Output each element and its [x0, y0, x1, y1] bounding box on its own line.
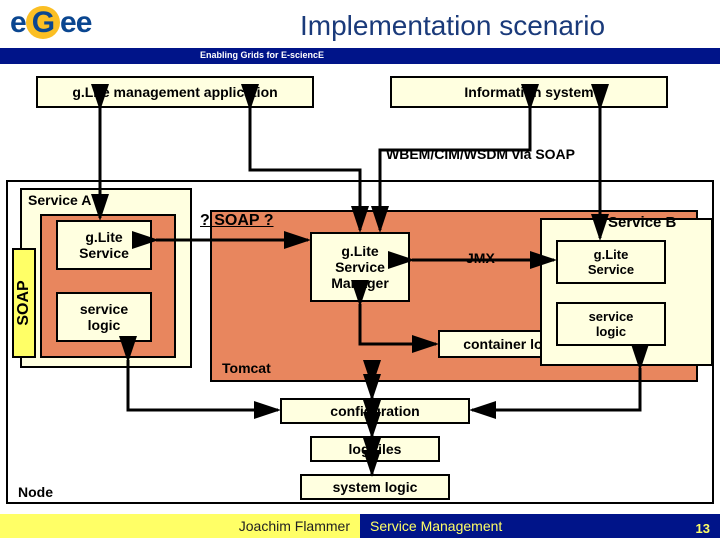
- service-a-glite: g.Lite Service: [56, 220, 152, 270]
- footer-author: Joachim Flammer: [0, 514, 360, 538]
- header-band: [0, 48, 720, 64]
- service-a-title: Service A: [28, 192, 91, 208]
- mgmt-app-box: g.Lite management application: [36, 76, 314, 108]
- logs-box: log files: [310, 436, 440, 462]
- tagline: Enabling Grids for E-sciencE: [200, 50, 324, 60]
- jmx-label: JMX: [466, 250, 495, 266]
- page-number: 13: [696, 521, 710, 536]
- footer: Joachim Flammer Service Management: [0, 514, 720, 538]
- soap-left: SOAP: [12, 248, 36, 358]
- info-system-box: Information system: [390, 76, 668, 108]
- service-b-glite: g.Lite Service: [556, 240, 666, 284]
- service-b-title: Service B: [608, 214, 676, 231]
- wbem-label: WBEM/CIM/WSDM via SOAP: [386, 146, 575, 162]
- logo: eGee: [10, 6, 91, 40]
- system-box: system logic: [300, 474, 450, 500]
- service-a-logic: service logic: [56, 292, 152, 342]
- service-b-logic: service logic: [556, 302, 666, 346]
- soap-q-label: ? SOAP ?: [200, 212, 274, 230]
- config-box: configuration: [280, 398, 470, 424]
- tomcat-label: Tomcat: [222, 360, 271, 376]
- glite-manager: g.Lite Service Manager: [310, 232, 410, 302]
- node-label: Node: [18, 484, 53, 500]
- slide-title: Implementation scenario: [300, 10, 605, 42]
- footer-section: Service Management: [360, 514, 720, 538]
